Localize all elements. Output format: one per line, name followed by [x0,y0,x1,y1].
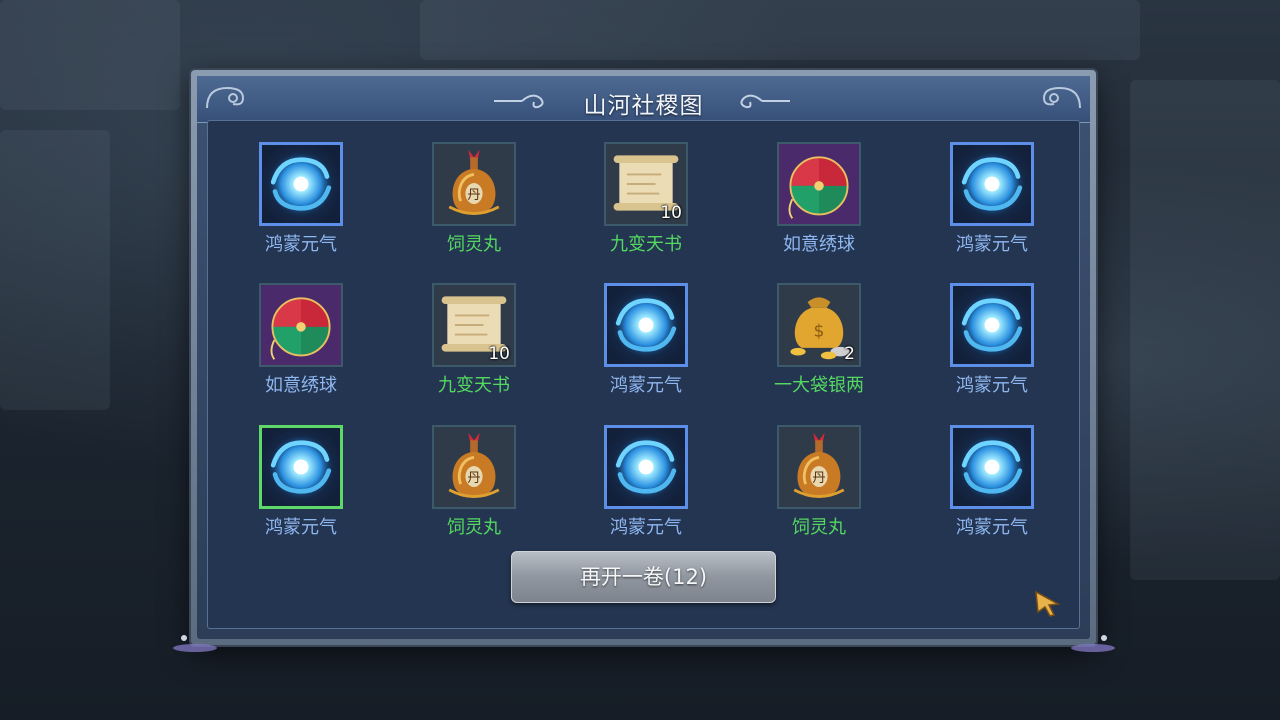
svg-text:丹: 丹 [467,188,480,203]
item-label: 一大袋银两 [774,375,864,396]
reward-slot[interactable] [604,425,688,509]
right-foot-ornament [1071,635,1115,652]
reward-slot[interactable] [950,142,1034,226]
item-label: 鸿蒙元气 [265,234,337,255]
item-label: 如意绣球 [265,375,337,396]
item-label: 鸿蒙元气 [265,517,337,538]
reward-slot[interactable] [950,425,1034,509]
reward-item[interactable]: 10 九变天书 [399,283,549,397]
item-label: 九变天书 [438,375,510,396]
reward-slot[interactable]: 10 [432,283,516,367]
reward-slot[interactable] [777,142,861,226]
item-count: 10 [488,344,510,364]
reward-slot[interactable]: 丹 [777,425,861,509]
reward-slot[interactable] [259,142,343,226]
left-foot-ornament [173,635,217,652]
reward-item[interactable]: 鸿蒙元气 [917,142,1067,256]
svg-text:$: $ [814,321,825,341]
item-label: 鸿蒙元气 [956,517,1028,538]
reward-slot[interactable]: $2 [777,283,861,367]
reward-slot[interactable] [259,283,343,367]
item-label: 鸿蒙元气 [956,375,1028,396]
reward-item[interactable]: 丹饲灵丸 [399,425,549,539]
reward-slot[interactable]: 丹 [432,142,516,226]
background-quest-panel [0,130,110,410]
reward-item[interactable]: 丹饲灵丸 [399,142,549,256]
background-top-bar [420,0,1140,60]
reward-slot-selected[interactable] [259,425,343,509]
reward-item[interactable]: 如意绣球 [226,283,376,397]
reward-item[interactable]: $2 一大袋银两 [744,283,894,397]
background-side-panel [1130,80,1280,580]
title-right-ornament [740,94,790,109]
dialog-title: 山河社稷图 [583,93,704,119]
item-label: 饲灵丸 [447,517,501,538]
item-label: 饲灵丸 [792,517,846,538]
reward-slot[interactable] [604,283,688,367]
background-avatar-panel [0,0,180,110]
item-label: 如意绣球 [783,234,855,255]
mouse-cursor-icon [1035,590,1061,617]
reward-slot[interactable] [950,283,1034,367]
reward-item[interactable]: 鸿蒙元气 [571,425,721,539]
item-label: 鸿蒙元气 [610,517,682,538]
reward-item[interactable]: 丹饲灵丸 [744,425,894,539]
dialog-title-bar: 山河社稷图 [197,76,1090,123]
reward-item[interactable]: 10 九变天书 [571,142,721,256]
item-label: 鸿蒙元气 [956,234,1028,255]
svg-text:丹: 丹 [467,471,480,486]
reopen-scroll-button[interactable]: 再开一卷(12) [511,551,776,603]
reward-item[interactable]: 鸿蒙元气 [917,283,1067,397]
item-count: 10 [660,203,682,223]
reward-item[interactable]: 如意绣球 [744,142,894,256]
reward-item[interactable]: 鸿蒙元气 [917,425,1067,539]
item-label: 饲灵丸 [447,234,501,255]
reward-slot[interactable]: 丹 [432,425,516,509]
reward-slot[interactable]: 10 [604,142,688,226]
svg-text:丹: 丹 [812,471,825,486]
reward-item[interactable]: 鸿蒙元气 [571,283,721,397]
item-count: 2 [844,344,855,364]
right-corner-ornament [1042,86,1081,109]
reward-item[interactable]: 鸿蒙元气 [226,142,376,256]
item-label: 九变天书 [610,234,682,255]
item-label: 鸿蒙元气 [610,375,682,396]
reward-item[interactable]: 鸿蒙元气 [226,425,376,539]
